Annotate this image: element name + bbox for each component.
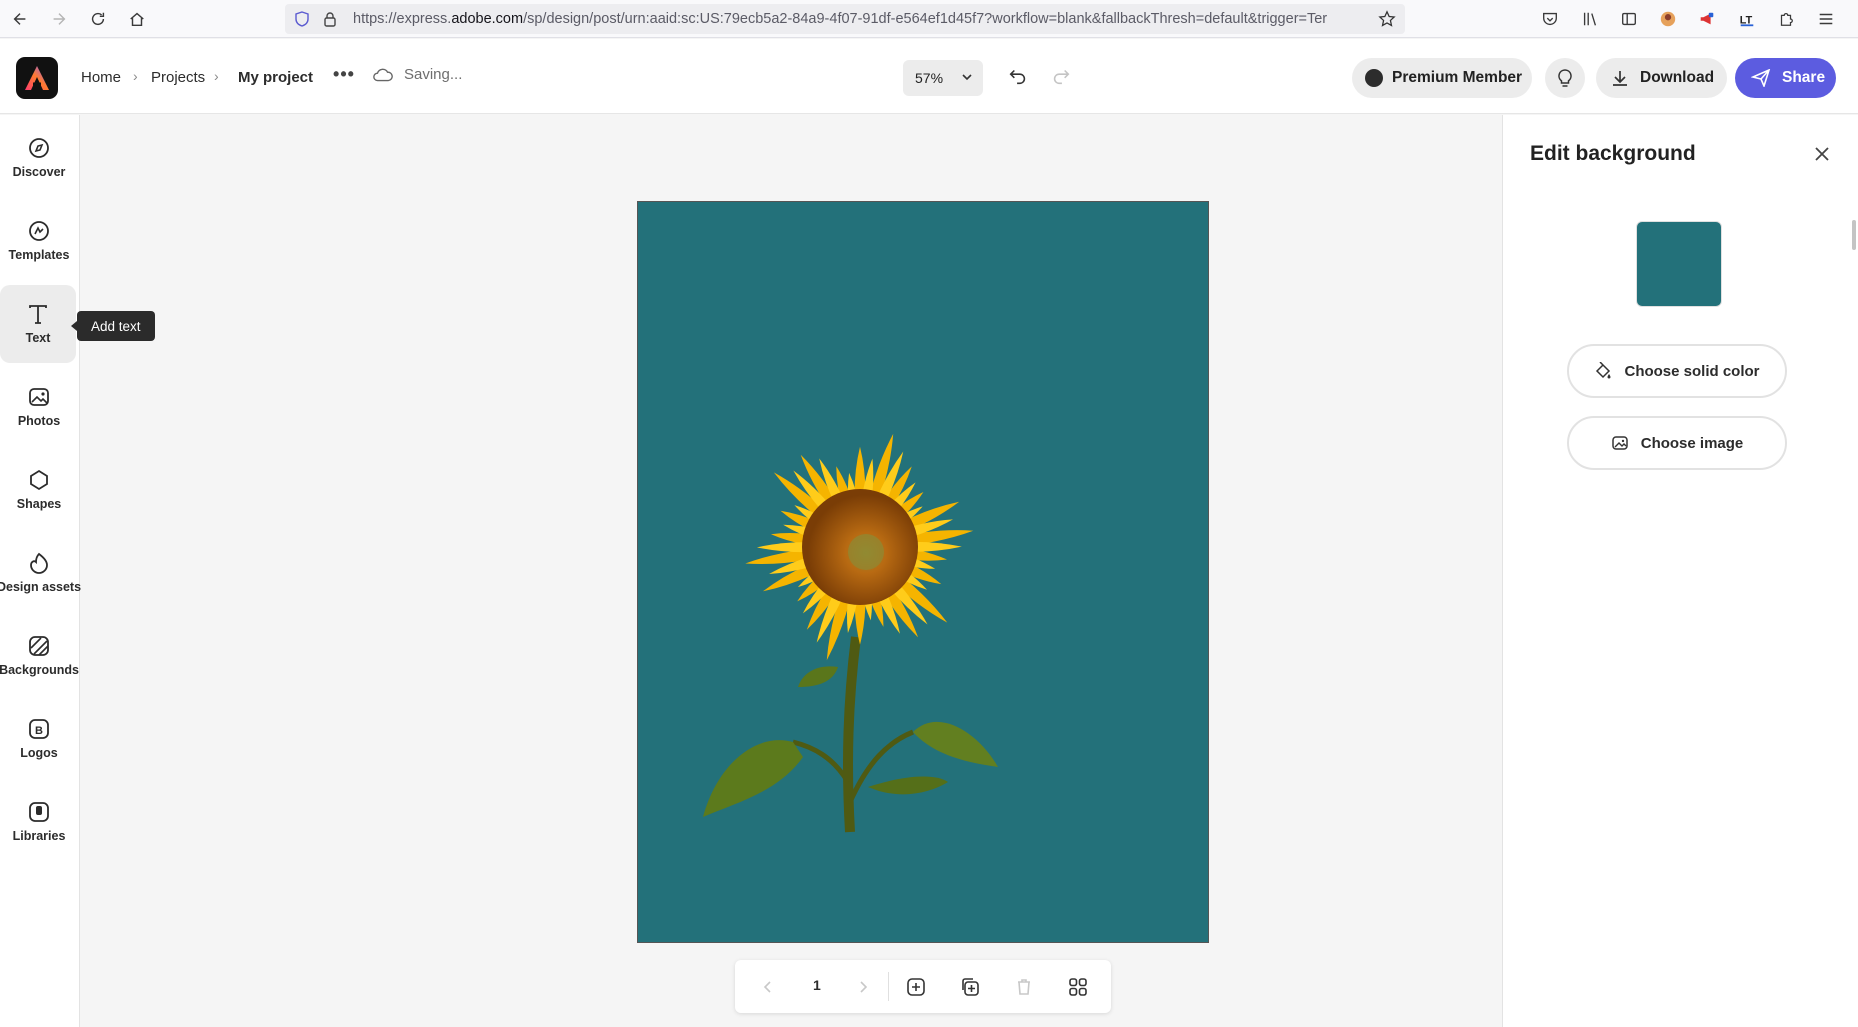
page-number: 1: [813, 977, 821, 993]
share-label: Share: [1782, 69, 1826, 86]
adobe-express-logo-icon: [25, 66, 49, 90]
library-icon[interactable]: [1580, 9, 1600, 29]
close-icon[interactable]: [1811, 143, 1833, 165]
sidebar-item-templates[interactable]: Templates: [0, 202, 78, 280]
project-title[interactable]: My project: [238, 69, 313, 86]
templates-icon: [29, 221, 49, 241]
sidebar-item-label: Design assets: [0, 580, 82, 594]
sidebar-item-design-assets[interactable]: Design assets: [0, 534, 82, 612]
home-icon[interactable]: [125, 8, 149, 30]
download-label: Download: [1640, 69, 1715, 86]
grid-view-icon[interactable]: [1067, 976, 1089, 998]
shield-icon[interactable]: [294, 11, 310, 27]
scrollbar-thumb[interactable]: [1852, 220, 1856, 250]
download-icon: [1613, 71, 1627, 86]
zoom-select[interactable]: 57%: [903, 60, 983, 96]
chevron-right-icon: ›: [214, 68, 219, 84]
background-color-swatch[interactable]: [1636, 221, 1722, 307]
undo-icon[interactable]: [1006, 64, 1030, 88]
premium-crown-icon: [1365, 69, 1383, 87]
sidebar-item-label: Logos: [20, 746, 58, 760]
sidebar-item-text[interactable]: Text: [0, 285, 76, 363]
text-icon: [29, 305, 47, 324]
shapes-icon: [30, 469, 48, 491]
previous-page-icon[interactable]: [757, 976, 779, 998]
sidebar-item-label: Shapes: [16, 497, 62, 511]
sunflower-image[interactable]: [698, 402, 1018, 852]
choose-image-button[interactable]: Choose image: [1567, 416, 1787, 470]
delete-page-icon[interactable]: [1013, 976, 1035, 998]
sidebar-item-label: Discover: [12, 165, 66, 179]
tooltip-add-text: Add text: [71, 311, 155, 341]
tips-button[interactable]: [1545, 58, 1585, 98]
more-options-button[interactable]: •••: [330, 64, 358, 88]
sidebar-toggle-icon[interactable]: [1619, 9, 1639, 29]
svg-text:B: B: [35, 725, 43, 737]
sidebar-item-label: Text: [25, 331, 51, 345]
edit-background-panel: Edit background Choose solid color Choos…: [1502, 115, 1858, 1027]
logos-icon: B: [29, 719, 49, 739]
divider: [888, 972, 889, 1001]
forward-icon[interactable]: [47, 8, 71, 30]
share-button[interactable]: Share: [1735, 58, 1836, 98]
breadcrumb-projects[interactable]: Projects: [151, 69, 205, 86]
redo-icon[interactable]: [1049, 64, 1073, 88]
duplicate-page-icon[interactable]: [959, 976, 981, 998]
photo-icon: [29, 388, 49, 406]
download-button[interactable]: Download: [1596, 58, 1727, 98]
sidebar-item-photos[interactable]: Photos: [0, 368, 78, 446]
adobe-express-logo[interactable]: [16, 57, 58, 99]
sidebar-item-libraries[interactable]: Libraries: [0, 783, 78, 861]
save-status: Saving...: [372, 66, 462, 84]
megaphone-icon[interactable]: [1697, 9, 1717, 29]
chevron-down-icon: [962, 74, 972, 81]
choose-image-label: Choose image: [1640, 434, 1744, 452]
sidebar-item-logos[interactable]: B Logos: [0, 700, 78, 778]
backgrounds-icon: [29, 636, 49, 656]
paint-bucket-icon: [1596, 362, 1611, 379]
back-icon[interactable]: [8, 8, 32, 30]
sidebar-item-label: Libraries: [12, 829, 66, 843]
sidebar-item-shapes[interactable]: Shapes: [0, 451, 78, 529]
design-assets-icon: [30, 552, 48, 574]
panel-title: Edit background: [1530, 142, 1696, 165]
pocket-icon[interactable]: [1540, 9, 1560, 29]
cloud-sync-icon: [373, 68, 393, 82]
browser-toolbar: https://express.adobe.com/sp/design/post…: [0, 0, 1858, 38]
sidebar-item-label: Backgrounds: [0, 663, 79, 677]
app-header: Home › Projects › My project ••• Saving.…: [0, 39, 1858, 114]
menu-icon[interactable]: [1816, 9, 1836, 29]
premium-member-button[interactable]: Premium Member: [1352, 58, 1532, 98]
canvas-artboard[interactable]: [637, 201, 1209, 943]
save-status-text: Saving...: [404, 66, 463, 83]
sidebar-item-label: Templates: [8, 248, 70, 262]
choose-solid-color-label: Choose solid color: [1624, 362, 1760, 380]
compass-icon: [29, 138, 49, 158]
extensions-icon[interactable]: [1776, 9, 1796, 29]
add-page-icon[interactable]: [905, 976, 927, 998]
profile-avatar-icon[interactable]: [1658, 9, 1678, 29]
languagetool-icon[interactable]: LT: [1737, 9, 1757, 29]
sidebar-item-backgrounds[interactable]: Backgrounds: [0, 617, 79, 695]
url-bar[interactable]: https://express.adobe.com/sp/design/post…: [285, 4, 1405, 34]
breadcrumb-home[interactable]: Home: [81, 69, 121, 86]
next-page-icon[interactable]: [852, 976, 874, 998]
lock-icon[interactable]: [322, 11, 338, 27]
send-icon: [1751, 69, 1771, 87]
premium-label: Premium Member: [1392, 69, 1523, 86]
bookmark-star-icon[interactable]: [1378, 10, 1396, 28]
choose-solid-color-button[interactable]: Choose solid color: [1567, 344, 1787, 398]
chevron-right-icon: ›: [133, 68, 138, 84]
sidebar-item-label: Photos: [17, 414, 61, 428]
zoom-value: 57%: [915, 70, 944, 86]
page-navigation-bar: 1: [735, 960, 1111, 1013]
url-text[interactable]: https://express.adobe.com/sp/design/post…: [353, 11, 1353, 27]
left-sidebar: Discover Templates Text Photos Shapes De…: [0, 115, 82, 1027]
lightbulb-icon: [1558, 69, 1572, 87]
reload-icon[interactable]: [86, 8, 110, 30]
image-icon: [1611, 436, 1628, 450]
libraries-icon: [29, 802, 49, 822]
sidebar-item-discover[interactable]: Discover: [0, 119, 78, 197]
